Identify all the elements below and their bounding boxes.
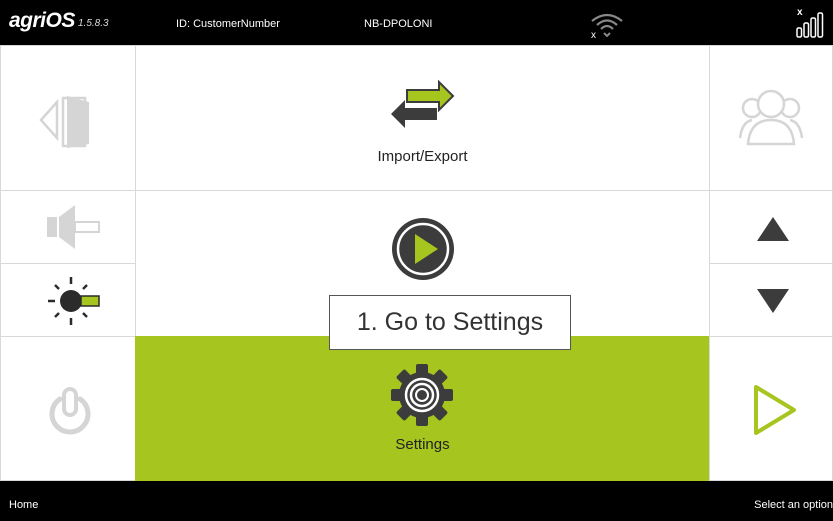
status-bar: Home Select an option: [0, 481, 833, 521]
svg-text:x: x: [797, 7, 803, 18]
next-button[interactable]: [709, 336, 833, 481]
power-icon: [46, 387, 94, 439]
scroll-down-button[interactable]: [709, 263, 833, 337]
menu-item-import-export[interactable]: Import/Export: [135, 45, 710, 191]
users-button[interactable]: [709, 45, 833, 191]
status-location: Home: [9, 499, 39, 511]
menu-item-label: Import/Export: [377, 148, 468, 165]
menu-item-settings[interactable]: Settings: [135, 336, 710, 481]
menu-item-label: Settings: [395, 436, 450, 453]
signal-strength-icon: x: [795, 6, 827, 38]
import-export-icon: [387, 80, 457, 130]
device-name: NB-DPOLONI: [364, 18, 433, 30]
play-icon: [390, 216, 456, 282]
arrow-up-icon: [756, 216, 790, 242]
logout-button[interactable]: [0, 45, 136, 191]
logout-icon: [39, 92, 105, 148]
brightness-icon: [47, 275, 103, 327]
next-icon: [752, 383, 798, 437]
users-icon: [738, 86, 804, 146]
customer-id: ID: CustomerNumber: [176, 18, 280, 30]
instruction-callout: 1. Go to Settings: [329, 295, 571, 350]
svg-text:x: x: [591, 30, 596, 39]
brightness-button[interactable]: [0, 263, 136, 337]
scroll-up-button[interactable]: [709, 190, 833, 264]
volume-button[interactable]: [0, 190, 136, 264]
wifi-disconnected-icon: x: [589, 11, 625, 39]
app-logo: agriOS: [9, 9, 75, 32]
gear-icon: [387, 360, 457, 430]
app-version: 1.5.8.3: [78, 18, 109, 29]
top-bar: agriOS 1.5.8.3 ID: CustomerNumber NB-DPO…: [0, 0, 833, 45]
arrow-down-icon: [756, 288, 790, 314]
status-message: Select an option: [754, 499, 833, 511]
volume-icon: [45, 203, 101, 251]
main-area: Import/Export Settings: [0, 45, 833, 481]
power-button[interactable]: [0, 336, 136, 481]
